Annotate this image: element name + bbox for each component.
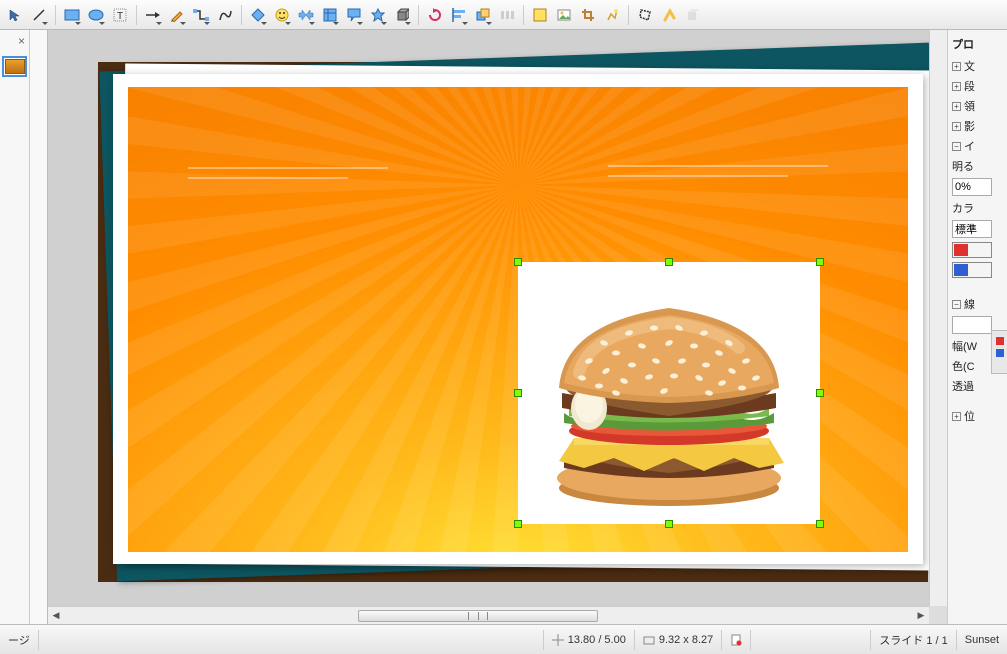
callout-tool[interactable] — [343, 4, 365, 26]
flowchart-tool[interactable] — [319, 4, 341, 26]
colormode-select[interactable] — [952, 220, 992, 238]
color-blue-swatch[interactable] — [952, 262, 992, 278]
hamburger-image[interactable] — [518, 262, 820, 524]
resize-handle-mr[interactable] — [816, 389, 824, 397]
fontwork-tool[interactable] — [529, 4, 551, 26]
polygon-tool[interactable] — [634, 4, 656, 26]
sidebar-tab-1[interactable] — [991, 330, 1007, 374]
distribute-tool[interactable] — [496, 4, 518, 26]
selected-image[interactable] — [518, 262, 820, 524]
rotate-tool[interactable] — [424, 4, 446, 26]
status-bar: ージ 13.80 / 5.00 9.32 x 8.27 スライド 1 / 1 S… — [0, 624, 1007, 654]
scrollbar-thumb[interactable] — [358, 610, 598, 622]
resize-handle-bl[interactable] — [514, 520, 522, 528]
edit-area: ◀ ▶ — [30, 30, 947, 624]
brightness-label: 明る — [952, 158, 1003, 174]
connector-tool[interactable] — [190, 4, 212, 26]
close-panel-icon[interactable]: × — [18, 34, 25, 48]
resize-handle-bm[interactable] — [665, 520, 673, 528]
vertical-scrollbar[interactable] — [929, 30, 947, 606]
vertical-ruler — [30, 30, 48, 624]
status-slide: スライド 1 / 1 — [871, 630, 956, 650]
arrange-tool[interactable] — [472, 4, 494, 26]
brightness-input[interactable] — [952, 178, 992, 196]
3d-tool[interactable] — [391, 4, 413, 26]
color-red-swatch[interactable] — [952, 242, 992, 258]
section-image[interactable]: −イ — [952, 138, 1003, 154]
status-modified — [722, 630, 751, 650]
transparency-label: 透過 — [952, 378, 1003, 394]
line-style-select[interactable] — [952, 316, 992, 334]
section-area[interactable]: +領 — [952, 98, 1003, 114]
filter-tool[interactable] — [601, 4, 623, 26]
crop-tool[interactable] — [577, 4, 599, 26]
status-size: 9.32 x 8.27 — [635, 630, 722, 650]
status-mode: ージ — [0, 630, 39, 650]
section-paragraph[interactable]: +段 — [952, 78, 1003, 94]
status-template: Sunset — [957, 630, 1007, 650]
resize-handle-br[interactable] — [816, 520, 824, 528]
section-position[interactable]: +位 — [952, 408, 1003, 424]
insert-image-tool[interactable] — [553, 4, 575, 26]
resize-handle-tm[interactable] — [665, 258, 673, 266]
section-line[interactable]: −線 — [952, 296, 1003, 312]
section-text[interactable]: +文 — [952, 58, 1003, 74]
main-area: × — [0, 30, 1007, 624]
properties-panel: プロ +文 +段 +領 +影 −イ 明る カラ −線 幅(W 色(C 透過 +位 — [947, 30, 1007, 624]
symbol-shapes-tool[interactable] — [271, 4, 293, 26]
align-tool[interactable] — [448, 4, 470, 26]
slide-stack — [98, 62, 928, 582]
horizontal-scrollbar[interactable]: ◀ ▶ — [48, 606, 929, 624]
section-shadow[interactable]: +影 — [952, 118, 1003, 134]
basic-shapes-tool[interactable] — [247, 4, 269, 26]
text-tool[interactable]: T — [109, 4, 131, 26]
extrusion-tool[interactable] — [682, 4, 704, 26]
scroll-left-icon[interactable]: ◀ — [48, 608, 64, 624]
resize-handle-ml[interactable] — [514, 389, 522, 397]
block-arrows-tool[interactable] — [295, 4, 317, 26]
line-tool[interactable] — [28, 4, 50, 26]
color-label: カラ — [952, 200, 1003, 216]
curve-tool[interactable] — [214, 4, 236, 26]
panel-title: プロ — [952, 36, 1003, 52]
gluepoint-tool[interactable] — [658, 4, 680, 26]
rect-tool[interactable] — [61, 4, 83, 26]
arrow-tool[interactable] — [142, 4, 164, 26]
slide-panel: × — [0, 30, 30, 624]
slide-thumbnail-1[interactable] — [2, 56, 27, 77]
resize-handle-tr[interactable] — [816, 258, 824, 266]
pencil-tool[interactable] — [166, 4, 188, 26]
svg-text:T: T — [117, 11, 123, 22]
canvas[interactable] — [48, 30, 929, 606]
resize-handle-tl[interactable] — [514, 258, 522, 266]
subtitle-placeholder — [608, 165, 828, 167]
status-position: 13.80 / 5.00 — [544, 630, 635, 650]
select-tool[interactable] — [4, 4, 26, 26]
ellipse-tool[interactable] — [85, 4, 107, 26]
scroll-right-icon[interactable]: ▶ — [913, 608, 929, 624]
star-tool[interactable] — [367, 4, 389, 26]
drawing-toolbar: T — [0, 0, 1007, 30]
title-placeholder — [188, 167, 388, 169]
